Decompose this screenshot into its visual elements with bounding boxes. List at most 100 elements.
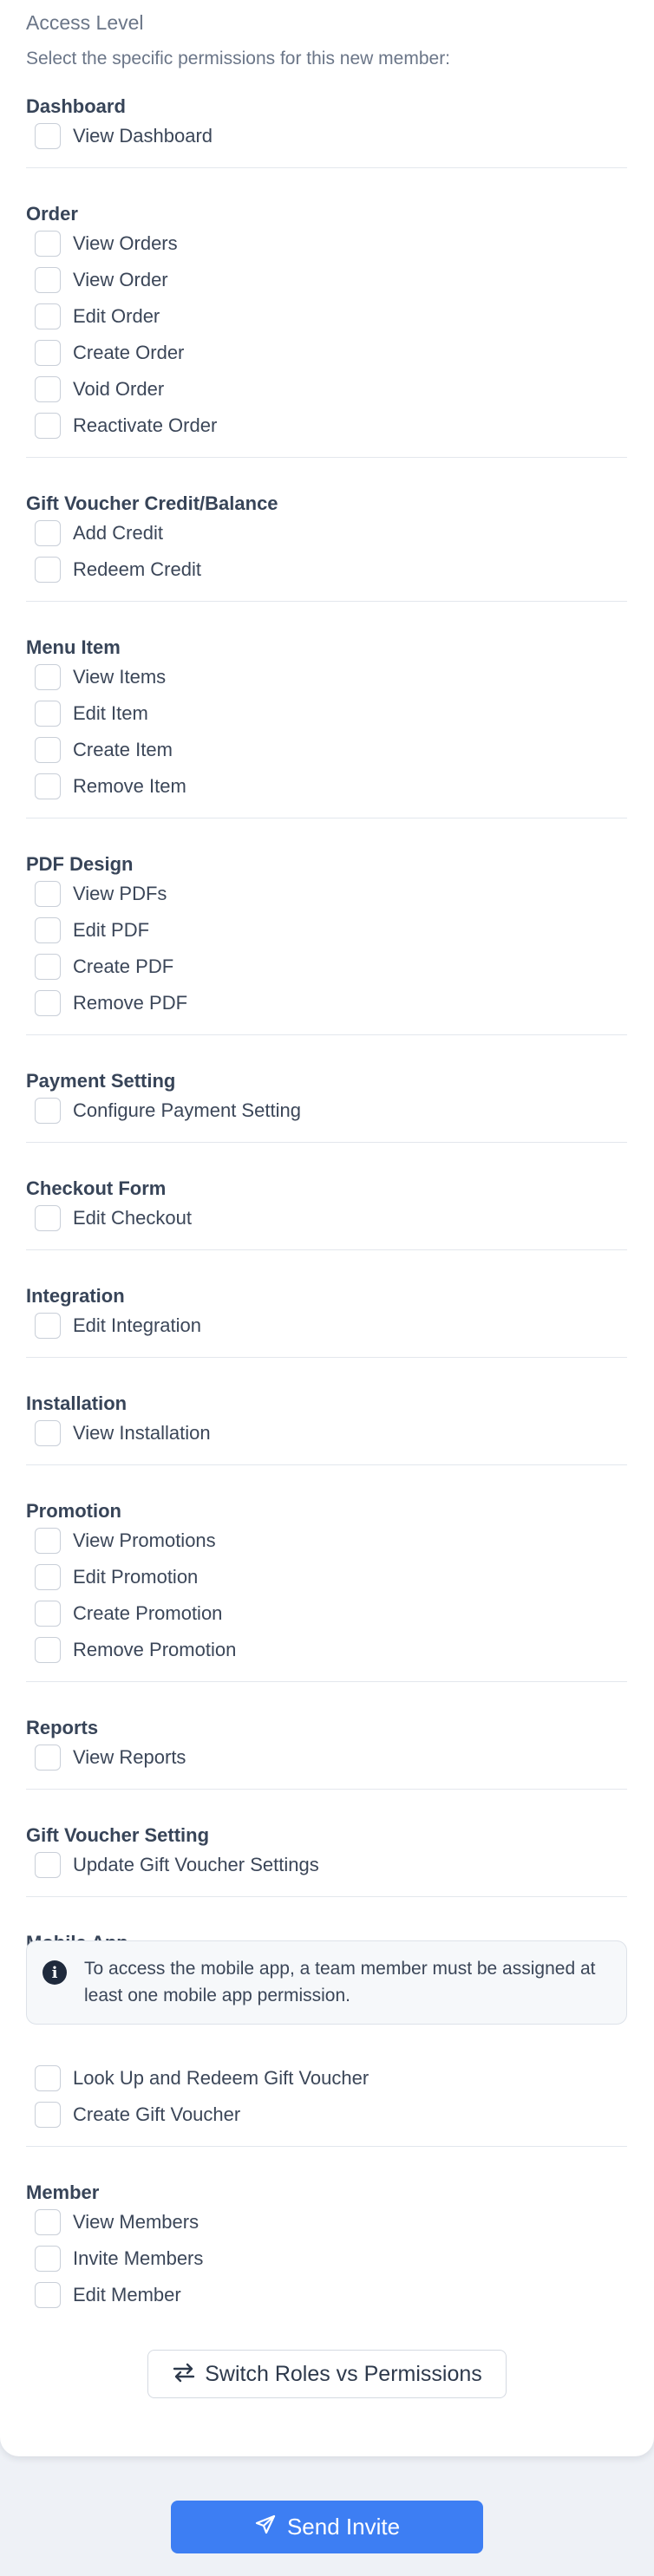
permission-label: Create Gift Voucher <box>73 2103 241 2125</box>
mobile-app-info-text: To access the mobile app, a team member … <box>84 1959 596 2005</box>
permission-edit-member[interactable]: Edit Member <box>35 2278 181 2312</box>
section-divider <box>26 1142 627 1143</box>
checkbox-view-order[interactable] <box>35 267 61 293</box>
section-title-reports: Reports <box>26 1717 99 1738</box>
permission-label: View Members <box>73 2211 199 2233</box>
permission-label: View Reports <box>73 1746 186 1768</box>
section-title-promotion: Promotion <box>26 1500 121 1522</box>
permission-void-order[interactable]: Void Order <box>35 372 164 407</box>
permission-label: View Dashboard <box>73 125 213 147</box>
permission-label: Edit Integration <box>73 1314 201 1336</box>
checkbox-void-order[interactable] <box>35 376 61 402</box>
checkbox-edit-member[interactable] <box>35 2282 61 2308</box>
permission-label: Add Credit <box>73 522 163 544</box>
checkbox-remove-promotion[interactable] <box>35 1637 61 1663</box>
permission-create-order[interactable]: Create Order <box>35 336 184 370</box>
section-title-dashboard: Dashboard <box>26 95 126 117</box>
permission-invite-members[interactable]: Invite Members <box>35 2241 203 2276</box>
checkbox-view-reports[interactable] <box>35 1745 61 1771</box>
permission-view-reports[interactable]: View Reports <box>35 1740 186 1775</box>
permission-create-pdf[interactable]: Create PDF <box>35 949 173 984</box>
permission-create-item[interactable]: Create Item <box>35 733 173 767</box>
checkbox-edit-item[interactable] <box>35 701 61 727</box>
permission-view-pdfs[interactable]: View PDFs <box>35 877 167 911</box>
checkbox-redeem-credit[interactable] <box>35 557 61 583</box>
section-title-pdf-design: PDF Design <box>26 853 134 875</box>
permission-view-order[interactable]: View Order <box>35 263 168 297</box>
permission-view-members[interactable]: View Members <box>35 2205 199 2240</box>
permission-label: Invite Members <box>73 2247 204 2269</box>
permission-view-promotions[interactable]: View Promotions <box>35 1523 216 1558</box>
checkbox-view-pdfs[interactable] <box>35 881 61 907</box>
checkbox-add-credit[interactable] <box>35 520 61 546</box>
permission-edit-checkout[interactable]: Edit Checkout <box>35 1201 192 1236</box>
permission-create-gift-voucher[interactable]: Create Gift Voucher <box>35 2097 240 2132</box>
permission-view-dashboard[interactable]: View Dashboard <box>35 119 213 153</box>
permission-label: Edit Member <box>73 2284 181 2305</box>
switch-roles-button[interactable]: Switch Roles vs Permissions <box>147 2350 507 2398</box>
permission-look-up-and-redeem-gift-voucher[interactable]: Look Up and Redeem Gift Voucher <box>35 2061 369 2096</box>
access-level-title: Access Level <box>26 11 144 34</box>
permission-remove-pdf[interactable]: Remove PDF <box>35 986 187 1021</box>
section-divider <box>26 1789 627 1790</box>
checkbox-look-up-and-redeem-gift-voucher[interactable] <box>35 2065 61 2091</box>
permission-edit-promotion[interactable]: Edit Promotion <box>35 1560 198 1595</box>
switch-roles-label: Switch Roles vs Permissions <box>205 2361 482 2386</box>
checkbox-create-promotion[interactable] <box>35 1601 61 1627</box>
checkbox-create-pdf[interactable] <box>35 954 61 980</box>
permission-label: Edit Promotion <box>73 1566 199 1588</box>
permission-view-orders[interactable]: View Orders <box>35 226 178 261</box>
section-divider <box>26 167 627 168</box>
checkbox-remove-pdf[interactable] <box>35 990 61 1016</box>
checkbox-create-gift-voucher[interactable] <box>35 2102 61 2128</box>
permission-label: Edit PDF <box>73 919 150 941</box>
section-title-installation: Installation <box>26 1392 128 1414</box>
permission-configure-payment-setting[interactable]: Configure Payment Setting <box>35 1093 301 1128</box>
checkbox-edit-integration[interactable] <box>35 1313 61 1339</box>
permission-view-items[interactable]: View Items <box>35 660 166 695</box>
checkbox-remove-item[interactable] <box>35 773 61 799</box>
permission-edit-pdf[interactable]: Edit PDF <box>35 913 149 948</box>
checkbox-view-dashboard[interactable] <box>35 123 61 149</box>
checkbox-view-promotions[interactable] <box>35 1528 61 1554</box>
permission-create-promotion[interactable]: Create Promotion <box>35 1596 222 1631</box>
section-title-gift-voucher-credit-balance: Gift Voucher Credit/Balance <box>26 492 278 514</box>
section-divider <box>26 1357 627 1358</box>
checkbox-reactivate-order[interactable] <box>35 413 61 439</box>
arrows-swap-icon <box>172 2362 196 2387</box>
permission-label: Remove Promotion <box>73 1639 237 1660</box>
checkbox-configure-payment-setting[interactable] <box>35 1098 61 1124</box>
checkbox-invite-members[interactable] <box>35 2246 61 2272</box>
permission-add-credit[interactable]: Add Credit <box>35 516 163 551</box>
permission-label: View Installation <box>73 1422 211 1444</box>
section-title-order: Order <box>26 203 78 225</box>
checkbox-update-gift-voucher-settings[interactable] <box>35 1852 61 1878</box>
section-divider <box>26 1464 627 1465</box>
permission-redeem-credit[interactable]: Redeem Credit <box>35 552 201 587</box>
permission-edit-order[interactable]: Edit Order <box>35 299 160 334</box>
permission-edit-integration[interactable]: Edit Integration <box>35 1308 201 1343</box>
mobile-app-info-box: i To access the mobile app, a team membe… <box>26 1940 627 2025</box>
checkbox-edit-promotion[interactable] <box>35 1564 61 1590</box>
checkbox-view-members[interactable] <box>35 2209 61 2235</box>
send-invite-button[interactable]: Send Invite <box>171 2501 483 2553</box>
checkbox-edit-order[interactable] <box>35 303 61 329</box>
permission-reactivate-order[interactable]: Reactivate Order <box>35 408 217 443</box>
permission-label: View PDFs <box>73 883 167 904</box>
checkbox-edit-checkout[interactable] <box>35 1205 61 1231</box>
permission-remove-item[interactable]: Remove Item <box>35 769 186 804</box>
checkbox-view-orders[interactable] <box>35 231 61 257</box>
permission-label: Configure Payment Setting <box>73 1099 301 1121</box>
permission-edit-item[interactable]: Edit Item <box>35 696 148 731</box>
access-level-subtitle: Select the specific permissions for this… <box>26 49 451 68</box>
checkbox-create-item[interactable] <box>35 737 61 763</box>
permission-update-gift-voucher-settings[interactable]: Update Gift Voucher Settings <box>35 1848 319 1882</box>
section-divider <box>26 1249 627 1250</box>
permission-view-installation[interactable]: View Installation <box>35 1416 211 1451</box>
permission-remove-promotion[interactable]: Remove Promotion <box>35 1633 236 1667</box>
checkbox-view-items[interactable] <box>35 664 61 690</box>
checkbox-edit-pdf[interactable] <box>35 917 61 943</box>
checkbox-view-installation[interactable] <box>35 1420 61 1446</box>
section-title-integration: Integration <box>26 1285 125 1307</box>
checkbox-create-order[interactable] <box>35 340 61 366</box>
